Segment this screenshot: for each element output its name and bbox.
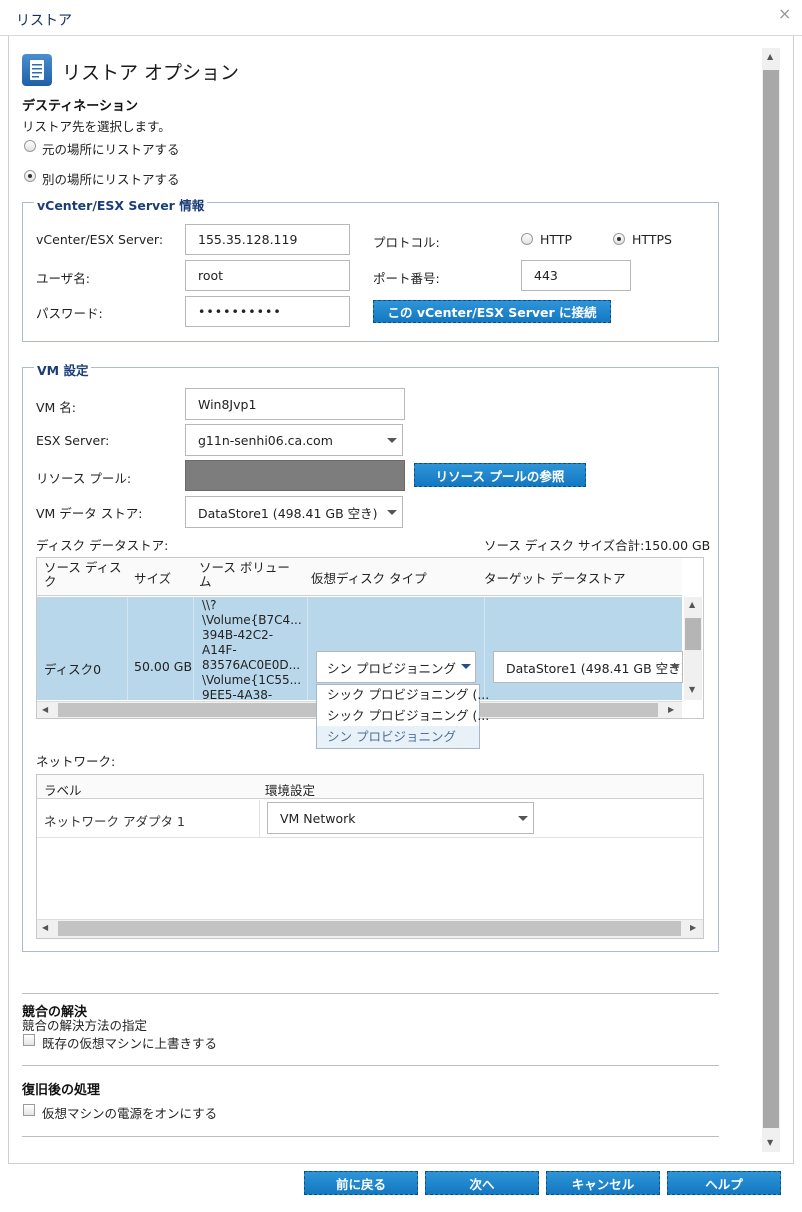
disk-type-select[interactable]: シン プロビジョニング (316, 651, 476, 683)
server-label: vCenter/ESX Server: (36, 232, 164, 247)
esx-select[interactable]: g11n-senhi06.ca.com (185, 424, 403, 456)
back-button[interactable]: 前に戻る (304, 1171, 418, 1195)
network-row-label: ネットワーク アダプタ 1 (44, 814, 185, 829)
overwrite-checkbox[interactable] (23, 1034, 35, 1046)
main-vthumb[interactable] (763, 70, 779, 1128)
radio-original-label: 元の場所にリストアする (42, 142, 180, 157)
row-volume: \\? \Volume{B7C4... 394B-42C2- A14F- 835… (202, 598, 302, 700)
conflict-description: 競合の解決方法の指定 (22, 1018, 148, 1033)
scroll-left-icon[interactable]: ◀ (42, 705, 48, 714)
esx-select-value: g11n-senhi06.ca.com (198, 432, 333, 448)
page-title: リストア オプション (62, 62, 240, 84)
col-virtual-disk-type: 仮想ディスク タイプ (311, 571, 427, 586)
network-select[interactable]: VM Network (267, 802, 534, 834)
disk-datastore-label: ディスク データストア: (36, 538, 169, 553)
post-title: 復旧後の処理 (22, 1083, 101, 1098)
divider (22, 1065, 719, 1066)
password-input[interactable]: •••••••••• (185, 296, 350, 327)
chevron-down-icon (387, 438, 397, 443)
server-input[interactable]: 155.35.128.119 (185, 224, 350, 255)
port-input[interactable]: 443 (521, 260, 631, 291)
dropdown-option-thick-1[interactable]: シック プロビジョニング (... (317, 685, 489, 705)
chevron-down-icon (670, 664, 680, 669)
target-datastore-select-value: DataStore1 (498.41 GB 空き) (506, 660, 683, 676)
network-table-hthumb[interactable] (58, 921, 681, 936)
chevron-down-icon (461, 664, 471, 669)
dropdown-option-thick-2[interactable]: シック プロビジョニング (... (317, 705, 489, 726)
esx-label: ESX Server: (36, 433, 110, 448)
divider (22, 1136, 719, 1137)
port-label: ポート番号: (373, 271, 440, 286)
vm-legend: VM 設定 (34, 360, 92, 379)
col-size: サイズ (134, 571, 172, 586)
scroll-right-icon[interactable]: ▶ (690, 923, 696, 932)
power-on-label: 仮想マシンの電源をオンにする (42, 1106, 218, 1121)
col-source-disk: ソース ディスク (44, 560, 122, 589)
disk-table-vthumb[interactable] (685, 618, 701, 650)
datastore-select[interactable]: DataStore1 (498.41 GB 空き) (185, 496, 403, 528)
vm-name-input[interactable]: Win8Jvp1 (185, 388, 405, 420)
col-target-datastore: ターゲット データストア (484, 571, 626, 586)
radio-http-label: HTTP (540, 232, 572, 247)
user-input[interactable]: root (185, 260, 350, 291)
user-label: ユーザ名: (36, 271, 90, 286)
vcenter-legend: vCenter/ESX Server 情報 (34, 195, 208, 214)
radio-original-location[interactable] (24, 140, 36, 152)
help-button[interactable]: ヘルプ (667, 1171, 781, 1195)
scroll-down-icon[interactable]: ▼ (689, 685, 695, 694)
radio-other-location[interactable] (24, 170, 36, 182)
vm-name-label: VM 名: (36, 400, 77, 415)
protocol-label: プロトコル: (373, 235, 440, 250)
chevron-down-icon (518, 816, 528, 821)
datastore-select-value: DataStore1 (498.41 GB 空き) (198, 505, 378, 521)
source-total-size: ソース ディスク サイズ合計:150.00 GB (484, 538, 711, 553)
scroll-right-icon[interactable]: ▶ (668, 705, 674, 714)
scroll-left-icon[interactable]: ◀ (42, 923, 48, 932)
scroll-up-icon[interactable]: ▲ (767, 52, 773, 61)
power-on-checkbox[interactable] (23, 1104, 35, 1116)
overwrite-label: 既存の仮想マシンに上書きする (42, 1036, 218, 1051)
radio-other-label: 別の場所にリストアする (42, 172, 180, 187)
pool-input (185, 460, 405, 491)
scroll-up-icon[interactable]: ▲ (689, 600, 695, 609)
scroll-down-icon[interactable]: ▼ (767, 1138, 773, 1147)
window-title: リストア (16, 13, 72, 29)
divider (22, 993, 719, 994)
target-datastore-select[interactable]: DataStore1 (498.41 GB 空き) (493, 651, 683, 683)
col-label: ラベル (44, 783, 82, 798)
datastore-label: VM データ ストア: (36, 506, 143, 521)
destination-title: デスティネーション (22, 99, 138, 114)
row-disk: ディスク0 (44, 662, 102, 677)
radio-https-label: HTTPS (632, 232, 672, 247)
radio-https[interactable] (613, 233, 625, 245)
radio-http[interactable] (521, 233, 533, 245)
network-table-header (37, 775, 703, 799)
connect-server-button[interactable]: この vCenter/ESX Server に接続 (373, 300, 611, 323)
destination-description: リストア先を選択します。 (22, 119, 171, 134)
network-label: ネットワーク: (36, 754, 116, 769)
cancel-button[interactable]: キャンセル (546, 1171, 660, 1195)
col-config: 環境設定 (265, 783, 316, 798)
pool-label: リソース プール: (36, 471, 132, 486)
disk-type-select-value: シン プロビジョニング (327, 660, 456, 676)
col-source-volume: ソース ボリューム (199, 560, 290, 589)
row-size: 50.00 GB (134, 659, 193, 674)
network-select-value: VM Network (280, 810, 356, 826)
document-restore-icon (22, 54, 52, 86)
close-icon[interactable]: × (778, 6, 791, 22)
chevron-down-icon (387, 510, 397, 515)
password-label: パスワード: (36, 306, 103, 321)
next-button[interactable]: 次へ (425, 1171, 539, 1195)
dropdown-option-thin[interactable]: シン プロビジョニング (317, 726, 479, 748)
title-bar (0, 0, 802, 36)
browse-pool-button[interactable]: リソース プールの参照 (414, 463, 586, 487)
